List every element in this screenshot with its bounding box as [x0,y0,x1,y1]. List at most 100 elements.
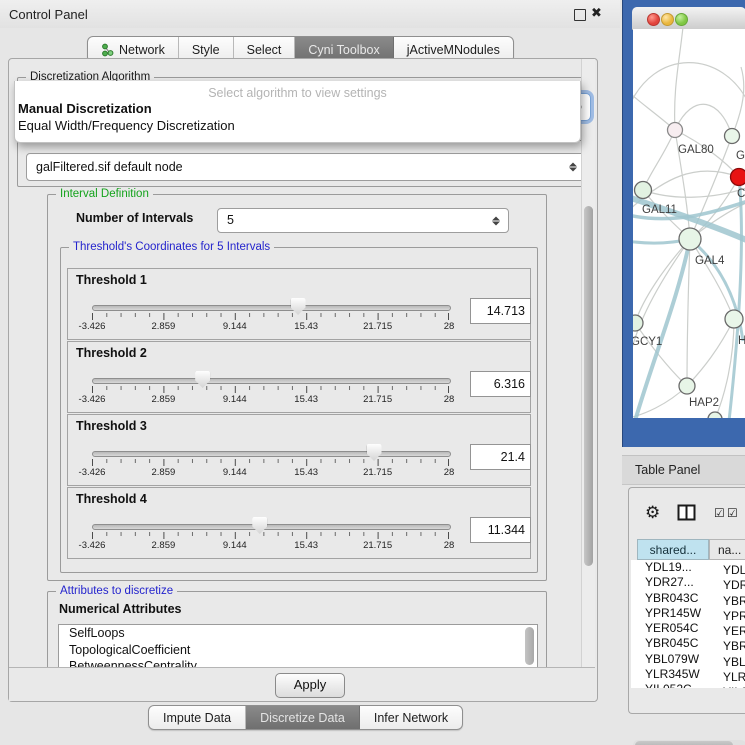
table-row[interactable]: YPR145WYPR1... [631,606,745,621]
tab-infer-network[interactable]: Infer Network [360,706,462,729]
threshold-label: Threshold 4 [76,492,147,506]
network-edge[interactable] [732,67,744,136]
threshold-slider-track[interactable] [92,524,451,530]
zoom-traffic-light-icon[interactable] [675,13,688,26]
panel-vertical-scrollbar[interactable] [581,59,595,667]
threshold-value-field[interactable]: 14.713 [470,298,531,324]
interval-definition-group: Interval Definition Number of Intervals … [47,194,547,581]
cell-shared-name: YBR043C [631,591,715,605]
attributes-group: Attributes to discretize Numerical Attri… [47,591,547,667]
attribute-item-betweennesscentrality[interactable]: BetweennessCentrality [59,658,537,667]
algorithm-dropdown-popup: Select algorithm to view settings Manual… [14,81,581,143]
table-row[interactable]: YBL079WYBL0... [631,652,745,667]
slider-tick-label: 21.715 [363,540,392,551]
table-row[interactable]: YER054CYER0... [631,621,745,636]
network-edge[interactable] [635,323,687,386]
network-edge[interactable] [690,239,734,319]
node-label-gcy1: GCY1 [633,336,662,348]
tab-discretize-data[interactable]: Discretize Data [246,706,360,729]
numerical-attributes-list[interactable]: SelfLoopsTopologicalCoefficientBetweenne… [58,624,538,667]
network-edge[interactable] [643,187,745,197]
number-of-intervals-combobox[interactable]: 5 [217,208,509,233]
threshold-slider-track[interactable] [92,451,451,457]
table-horizontal-scrollbar[interactable] [633,740,745,745]
combo-arrows-icon [569,163,577,172]
float-window-icon[interactable] [574,9,586,21]
table-row[interactable]: YIL052CYIL0... [631,682,745,688]
control-panel-titlebar: Control Panel ✖ [0,0,620,28]
gear-icon[interactable]: ⚙ [645,503,660,523]
threshold-panel-1: Threshold 1-3.4262.8599.14415.4321.71528… [67,268,531,340]
close-traffic-light-icon[interactable] [647,13,660,26]
node-right[interactable] [725,310,743,328]
table-panel-title: Table Panel [635,463,700,477]
node-gal80[interactable] [668,123,683,138]
tab-impute-data[interactable]: Impute Data [149,706,246,729]
table-row[interactable]: YBR045CYBR0... [631,636,745,651]
cell-shared-name: YPR145W [631,606,715,620]
checkbox-icon[interactable]: ☑ [727,506,738,520]
network-edge[interactable] [687,239,690,386]
minimize-traffic-light-icon[interactable] [661,13,674,26]
slider-tick-label: 28 [444,394,455,405]
network-edge[interactable] [643,130,675,190]
threshold-label: Threshold 2 [76,346,147,360]
attributes-scrollbar[interactable] [524,627,535,667]
checkbox-icon[interactable]: ☑ [714,506,725,520]
attribute-item-topologicalcoefficient[interactable]: TopologicalCoefficient [59,642,537,659]
slider-tick-label: 2.859 [152,394,176,405]
threshold-slider-track[interactable] [92,378,451,384]
apply-button[interactable]: Apply [275,673,345,698]
table-row[interactable]: YBR043CYBR0... [631,591,745,606]
split-view-icon[interactable] [677,503,696,527]
dropdown-item-manual-discretization[interactable]: Manual Discretization [15,100,580,117]
network-edge[interactable] [633,239,690,371]
cell-shared-name: YER054C [631,621,715,635]
network-edge[interactable] [633,63,745,109]
threshold-slider-track[interactable] [92,305,451,311]
network-edge[interactable] [675,29,683,130]
threshold-panel-2: Threshold 2-3.4262.8599.14415.4321.71528… [67,341,531,413]
column-header-1[interactable]: shared... [637,539,709,560]
network-canvas[interactable]: GAL80GACGAL11GAL4GCY1HHAP2 [633,29,745,418]
screenshot-root: Control Panel ✖ NetworkStyleSelectCyni T… [0,0,745,745]
table-row[interactable]: YDR27...YDR2... [631,575,745,590]
table-hscroll-thumb[interactable] [635,741,733,745]
slider-ticks [92,386,451,395]
network-edge[interactable] [633,91,675,130]
table-row[interactable]: YDL19...YDL1... [631,560,745,575]
tab-label: Select [247,43,282,57]
interval-definition-title: Interval Definition [56,187,153,202]
node-label-c: C [737,188,745,200]
threshold-value-field[interactable]: 11.344 [470,517,531,543]
node-red[interactable] [731,169,745,186]
network-edge[interactable] [675,104,732,136]
table-row[interactable]: YLR345WYLR3... [631,667,745,682]
table-rows: YDL19...YDL1...YDR27...YDR2...YBR043CYBR… [631,560,745,688]
threshold-value-field[interactable]: 6.316 [470,371,531,397]
thresholds-group-title: Threshold's Coordinates for 5 Intervals [69,240,274,255]
node-hap2[interactable] [679,378,695,394]
column-header-2[interactable]: na... [709,539,745,560]
attribute-item-selfloops[interactable]: SelfLoops [59,625,537,642]
node-gal11[interactable] [635,182,652,199]
threshold-label: Threshold 1 [76,273,147,287]
apply-row: Apply [9,667,595,701]
slider-tick-label: 15.43 [294,321,318,332]
table-data-combobox[interactable]: galFiltered.sif default node [26,153,586,181]
close-icon[interactable]: ✖ [591,5,602,21]
node-label-ga: GA [736,150,745,162]
node-gal4[interactable] [679,228,701,250]
slider-tick-label: 15.43 [294,540,318,551]
node-bottom[interactable] [708,412,722,418]
node-gcy1[interactable] [633,315,643,331]
dropdown-item-equal-width-frequency-discretization[interactable]: Equal Width/Frequency Discretization [15,117,580,134]
network-window-titlebar[interactable] [632,7,745,30]
network-edge[interactable] [687,319,734,386]
node-top-right[interactable] [725,129,740,144]
threshold-panel-4: Threshold 4-3.4262.8599.14415.4321.71528… [67,487,531,559]
tab-label: jActiveMNodules [407,43,500,57]
panel-scrollbar-thumb[interactable] [584,206,593,566]
cell-shared-name: YBL079W [631,652,715,666]
threshold-value-field[interactable]: 21.4 [470,444,531,470]
